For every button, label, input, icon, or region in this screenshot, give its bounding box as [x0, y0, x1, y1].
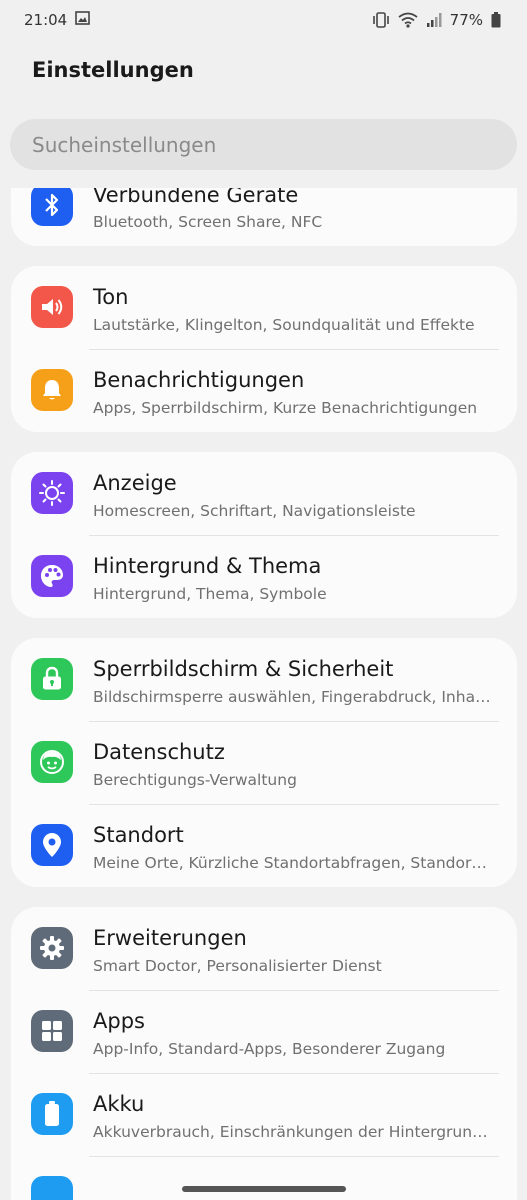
settings-item-title: Ton — [93, 285, 129, 309]
wifi-icon — [398, 12, 418, 28]
battery-status-icon — [491, 12, 501, 28]
battery-level-text: 77% — [449, 11, 483, 29]
settings-item-subtitle: Meine Orte, Kürzliche Standortabfragen, … — [93, 854, 491, 872]
settings-card-connections: Verbundene Geräte Bluetooth, Screen Shar… — [11, 188, 517, 246]
settings-item-next-partial[interactable] — [11, 1156, 517, 1200]
vibrate-icon — [372, 12, 390, 28]
settings-item-subtitle: Homescreen, Schriftart, Navigationsleist… — [93, 502, 416, 520]
settings-item-connected-devices[interactable]: Verbundene Geräte Bluetooth, Screen Shar… — [11, 188, 517, 246]
settings-card-sound: Ton Lautstärke, Klingelton, Soundqualitä… — [11, 266, 517, 432]
settings-card-system: Erweiterungen Smart Doctor, Personalisie… — [11, 907, 517, 1200]
palette-icon — [31, 555, 73, 597]
settings-item-title: Akku — [93, 1092, 145, 1116]
settings-item-title: Standort — [93, 823, 184, 847]
settings-item-title: Datenschutz — [93, 740, 225, 764]
settings-item-subtitle: Bildschirmsperre auswählen, Fingerabdruc… — [93, 688, 491, 706]
settings-item-apps[interactable]: Apps App-Info, Standard-Apps, Besonderer… — [11, 990, 517, 1073]
status-time: 21:04 — [24, 11, 68, 29]
settings-item-location[interactable]: Standort Meine Orte, Kürzliche Standorta… — [11, 804, 517, 887]
gesture-nav-handle[interactable] — [182, 1186, 346, 1192]
settings-item-display[interactable]: Anzeige Homescreen, Schriftart, Navigati… — [11, 452, 517, 535]
settings-card-display: Anzeige Homescreen, Schriftart, Navigati… — [11, 452, 517, 618]
settings-item-notifications[interactable]: Benachrichtigungen Apps, Sperrbildschirm… — [11, 349, 517, 432]
settings-item-subtitle: Apps, Sperrbildschirm, Kurze Benachricht… — [93, 399, 478, 417]
settings-item-subtitle: Berechtigungs-Verwaltung — [93, 771, 297, 789]
page-title: Einstellungen — [32, 58, 194, 82]
gear-icon — [31, 927, 73, 969]
settings-card-security: Sperrbildschirm & Sicherheit Bildschirms… — [11, 638, 517, 887]
settings-item-title: Anzeige — [93, 471, 177, 495]
settings-item-subtitle: Akkuverbrauch, Einschränkungen der Hinte… — [93, 1123, 491, 1141]
image-notification-icon — [75, 11, 91, 29]
settings-list[interactable]: Verbundene Geräte Bluetooth, Screen Shar… — [0, 188, 527, 1200]
status-bar: 21:04 77% — [0, 0, 527, 40]
settings-item-battery[interactable]: Akku Akkuverbrauch, Einschränkungen der … — [11, 1073, 517, 1156]
settings-item-title: Benachrichtigungen — [93, 368, 305, 392]
settings-item-subtitle: Lautstärke, Klingelton, Soundqualität un… — [93, 316, 475, 334]
location-pin-icon — [31, 824, 73, 866]
settings-item-title: Hintergrund & Thema — [93, 554, 322, 578]
apps-grid-icon — [31, 1010, 73, 1052]
settings-item-lockscreen-security[interactable]: Sperrbildschirm & Sicherheit Bildschirms… — [11, 638, 517, 721]
settings-item-title: Verbundene Geräte — [93, 188, 299, 207]
settings-item-privacy[interactable]: Datenschutz Berechtigungs-Verwaltung — [11, 721, 517, 804]
settings-item-subtitle: Smart Doctor, Personalisierter Dienst — [93, 957, 382, 975]
settings-item-title: Sperrbildschirm & Sicherheit — [93, 657, 394, 681]
settings-item-title: Erweiterungen — [93, 926, 247, 950]
settings-item-extensions[interactable]: Erweiterungen Smart Doctor, Personalisie… — [11, 907, 517, 990]
search-input[interactable] — [32, 132, 517, 157]
bluetooth-icon — [31, 188, 73, 226]
privacy-icon — [31, 741, 73, 783]
settings-item-sound[interactable]: Ton Lautstärke, Klingelton, Soundqualitä… — [11, 266, 517, 349]
speaker-icon — [31, 286, 73, 328]
battery-icon — [31, 1093, 73, 1135]
partial-item-icon — [31, 1176, 73, 1200]
settings-item-subtitle: App-Info, Standard-Apps, Besonderer Zuga… — [93, 1040, 446, 1058]
bell-icon — [31, 369, 73, 411]
settings-item-title: Apps — [93, 1009, 145, 1033]
sun-icon — [31, 472, 73, 514]
signal-icon — [426, 12, 442, 28]
settings-item-wallpaper-theme[interactable]: Hintergrund & Thema Hintergrund, Thema, … — [11, 535, 517, 618]
settings-item-subtitle: Bluetooth, Screen Share, NFC — [93, 213, 323, 231]
search-bar[interactable] — [10, 119, 517, 170]
lock-icon — [31, 658, 73, 700]
settings-item-subtitle: Hintergrund, Thema, Symbole — [93, 585, 327, 603]
